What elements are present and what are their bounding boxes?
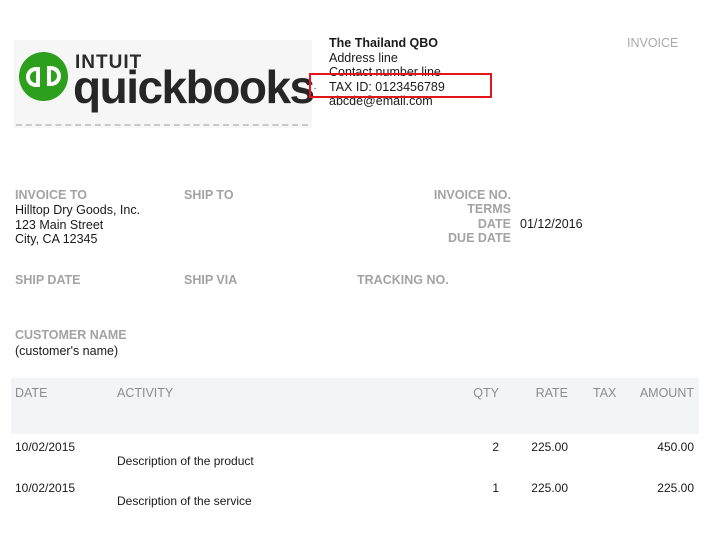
invoice-to-label: INVOICE TO: [15, 188, 88, 202]
col-qty-header: QTY: [473, 386, 499, 400]
quickbooks-wordmark: quickbooks.: [73, 61, 317, 113]
table-row: 10/02/2015 Description of the service 1 …: [0, 481, 722, 517]
col-rate-header: RATE: [535, 386, 568, 400]
row-activity: Description of the service: [117, 494, 252, 508]
row-activity: Description of the product: [117, 454, 254, 468]
ship-date-label: SHIP DATE: [15, 273, 81, 287]
invoice-to-line: Hilltop Dry Goods, Inc.: [15, 203, 141, 217]
ship-via-label: SHIP VIA: [184, 273, 238, 287]
company-address: Address line: [329, 50, 398, 65]
logo-dashed-border: [16, 124, 308, 126]
row-qty: 2: [492, 440, 499, 454]
table-row: 10/02/2015 Description of the product 2 …: [0, 440, 722, 476]
col-tax-header: TAX: [593, 386, 617, 400]
qb-logo-icon: [19, 52, 68, 101]
row-qty: 1: [492, 481, 499, 495]
date-value: 01/12/2016: [520, 217, 583, 231]
invoice-no-label: INVOICE NO.: [433, 188, 511, 202]
row-date: 10/02/2015: [15, 440, 76, 454]
customer-name-value: (customer's name): [15, 344, 119, 358]
invoice-to-address: Hilltop Dry Goods, Inc. 123 Main Street …: [15, 203, 140, 247]
row-amount: 225.00: [657, 481, 694, 495]
row-amount: 450.00: [657, 440, 694, 454]
company-name: The Thailand QBO: [329, 36, 439, 50]
tracking-no-label: TRACKING NO.: [357, 273, 449, 287]
date-label: DATE: [477, 217, 511, 231]
invoice-to-line: City, CA 12345: [15, 232, 98, 247]
invoice-to-line: 123 Main Street: [15, 217, 104, 232]
ship-to-label: SHIP TO: [184, 188, 234, 202]
row-date: 10/02/2015: [15, 481, 76, 495]
company-logo: INTUIT quickbooks.: [14, 40, 316, 128]
col-activity-header: ACTIVITY: [117, 386, 174, 400]
tax-id-highlight-box: [309, 73, 492, 98]
due-date-label: DUE DATE: [448, 231, 511, 245]
row-rate: 225.00: [531, 481, 568, 495]
col-amount-header: AMOUNT: [639, 386, 694, 400]
row-rate: 225.00: [531, 440, 568, 454]
col-date-header: DATE: [15, 386, 48, 400]
customer-name-label: CUSTOMER NAME: [15, 328, 127, 342]
terms-label: TERMS: [467, 202, 511, 216]
document-title: INVOICE: [627, 36, 679, 50]
